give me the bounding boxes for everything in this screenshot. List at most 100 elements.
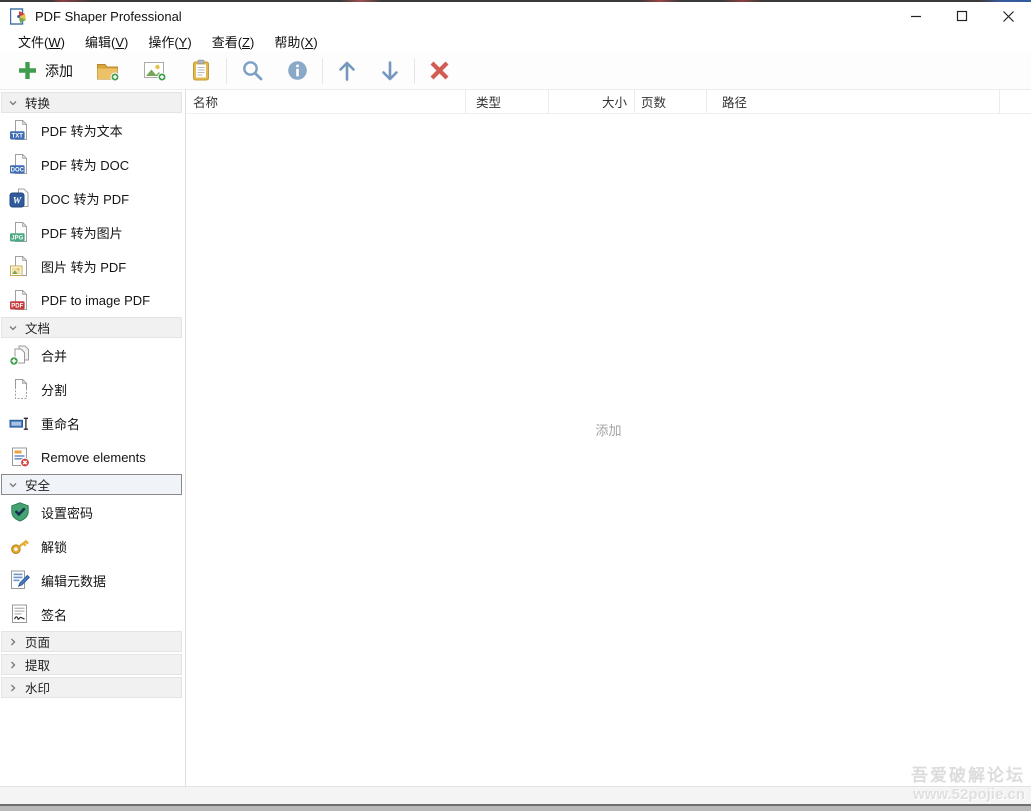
sidebar-item-rename[interactable]: 重命名 (0, 406, 185, 440)
chevron-right-icon (8, 637, 18, 647)
file-list: 名称 类型 大小 页数 路径 添加 (186, 90, 1031, 786)
maximize-icon (956, 10, 968, 22)
split-icon (9, 378, 31, 400)
info-icon (287, 60, 308, 81)
section-title: 页面 (25, 632, 50, 651)
minimize-button[interactable] (893, 2, 939, 30)
svg-text:TXT: TXT (12, 134, 24, 140)
move-down-button[interactable] (375, 56, 405, 86)
column-header-filler (1000, 90, 1031, 113)
info-button[interactable] (282, 56, 313, 86)
minimize-icon (910, 10, 922, 22)
title-bar[interactable]: PDF Shaper Professional (0, 2, 1031, 30)
sidebar-item-remove-elements[interactable]: Remove elements (0, 440, 185, 474)
menu-help[interactable]: 帮助(X) (264, 30, 327, 53)
sidebar-item-merge[interactable]: 合并 (0, 338, 185, 372)
paste-button[interactable] (185, 56, 217, 86)
paste-clipboard-icon (190, 59, 212, 82)
section-title: 提取 (25, 655, 50, 674)
sidebar-item-label: PDF to image PDF (41, 293, 150, 308)
add-files-label: 添加 (45, 61, 73, 81)
list-header: 名称 类型 大小 页数 路径 (186, 90, 1031, 114)
toolbar: 添加 (0, 52, 1031, 90)
sidebar-item-pdf-to-image[interactable]: JPG PDF 转为图片 (0, 215, 185, 249)
column-header-path[interactable]: 路径 (707, 90, 1000, 113)
menu-bar: 文件(W) 编辑(V) 操作(Y) 查看(Z) 帮助(X) (0, 30, 1031, 52)
section-extract[interactable]: 提取 (1, 654, 182, 675)
sidebar-item-doc-to-pdf[interactable]: W DOC 转为 PDF (0, 181, 185, 215)
rename-icon (9, 412, 31, 434)
add-files-button[interactable]: 添加 (12, 56, 78, 86)
sidebar-item-pdf-to-text[interactable]: TXT PDF 转为文本 (0, 113, 185, 147)
sidebar-item-label: 设置密码 (41, 503, 93, 522)
sidebar-item-label: PDF 转为图片 (41, 223, 123, 242)
empty-list-hint: 添加 (186, 420, 1031, 439)
merge-icon (9, 344, 31, 366)
toolbar-separator (322, 58, 323, 84)
search-icon (241, 59, 264, 82)
screen-bottom-edge (0, 806, 1031, 811)
sidebar-item-label: 签名 (41, 605, 67, 624)
section-convert[interactable]: 转换 (1, 92, 182, 113)
sidebar-item-unlock[interactable]: 解锁 (0, 529, 185, 563)
chevron-right-icon (8, 683, 18, 693)
key-icon (9, 535, 31, 557)
sidebar-item-label: 重命名 (41, 414, 80, 433)
sidebar-item-label: 图片 转为 PDF (41, 257, 126, 276)
sidebar-item-split[interactable]: 分割 (0, 372, 185, 406)
chevron-down-icon (8, 323, 18, 333)
sidebar-item-set-password[interactable]: 设置密码 (0, 495, 185, 529)
close-icon (1002, 10, 1015, 23)
sidebar-item-sign[interactable]: 签名 (0, 597, 185, 631)
move-down-icon (380, 60, 400, 82)
section-title: 文档 (25, 318, 50, 337)
sidebar-item-label: 分割 (41, 380, 67, 399)
column-header-name[interactable]: 名称 (186, 90, 466, 113)
sidebar-item-label: 解锁 (41, 537, 67, 556)
section-title: 水印 (25, 678, 50, 697)
column-header-type[interactable]: 类型 (466, 90, 549, 113)
window-title: PDF Shaper Professional (35, 9, 182, 24)
menu-file[interactable]: 文件(W) (8, 30, 75, 53)
app-logo-icon (10, 8, 27, 25)
add-folder-button[interactable] (91, 56, 125, 86)
sidebar-item-label: Remove elements (41, 450, 146, 465)
edit-metadata-icon (9, 569, 31, 591)
file-pdf-icon: PDF (9, 289, 31, 311)
search-button[interactable] (236, 56, 269, 86)
section-document[interactable]: 文档 (1, 317, 182, 338)
remove-elements-icon (9, 446, 31, 468)
delete-button[interactable] (424, 56, 455, 86)
menu-view[interactable]: 查看(Z) (202, 30, 265, 53)
sidebar-item-edit-metadata[interactable]: 编辑元数据 (0, 563, 185, 597)
sidebar-item-label: PDF 转为文本 (41, 121, 123, 140)
column-header-size[interactable]: 大小 (549, 90, 635, 113)
column-header-pages[interactable]: 页数 (635, 90, 707, 113)
maximize-button[interactable] (939, 2, 985, 30)
file-txt-icon: TXT (9, 119, 31, 141)
sidebar-item-label: 合并 (41, 346, 67, 365)
sidebar-item-label: DOC 转为 PDF (41, 189, 129, 208)
menu-actions[interactable]: 操作(Y) (138, 30, 201, 53)
move-up-icon (337, 60, 357, 82)
close-button[interactable] (985, 2, 1031, 30)
svg-text:W: W (13, 197, 22, 207)
section-security[interactable]: 安全 (1, 474, 182, 495)
signature-icon (9, 603, 31, 625)
sidebar-item-pdf-to-doc[interactable]: DOC PDF 转为 DOC (0, 147, 185, 181)
chevron-down-icon (8, 480, 18, 490)
section-watermark[interactable]: 水印 (1, 677, 182, 698)
chevron-down-icon (8, 98, 18, 108)
sidebar-item-pdf-to-image-pdf[interactable]: PDF PDF to image PDF (0, 283, 185, 317)
sidebar-item-label: 编辑元数据 (41, 571, 106, 590)
file-jpg-icon: JPG (9, 221, 31, 243)
toolbar-separator (226, 58, 227, 84)
menu-edit[interactable]: 编辑(V) (75, 30, 138, 53)
move-up-button[interactable] (332, 56, 362, 86)
section-pages[interactable]: 页面 (1, 631, 182, 652)
add-image-button[interactable] (138, 56, 172, 86)
chevron-right-icon (8, 660, 18, 670)
sidebar-item-image-to-pdf[interactable]: 图片 转为 PDF (0, 249, 185, 283)
word-file-icon: W (9, 187, 31, 209)
delete-icon (429, 60, 450, 81)
